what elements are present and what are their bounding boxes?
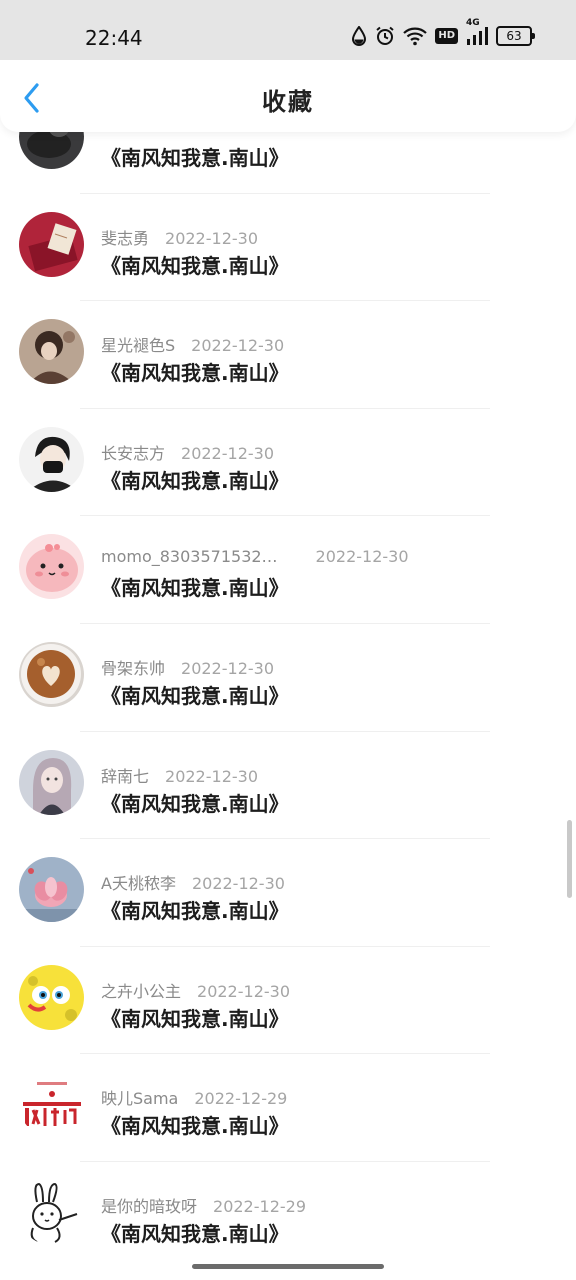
date: 2022-12-29	[194, 1089, 288, 1109]
list-item[interactable]: 星光褪色S 2022-12-30 《南风知我意.南山》	[0, 301, 576, 409]
avatar	[19, 964, 84, 1030]
avatar	[19, 749, 84, 815]
avatar	[19, 211, 84, 277]
work-title: 《南风知我意.南山》	[101, 791, 289, 816]
work-title: 《南风知我意.南山》	[101, 1221, 289, 1246]
date: 2022-12-29	[213, 1196, 306, 1216]
status-icons: HD 4G 63	[351, 18, 535, 48]
username: A夭桃秾李	[101, 874, 176, 894]
page-title: 收藏	[262, 88, 314, 116]
work-title: 《南风知我意.南山》	[101, 683, 289, 708]
meta-line: 星光褪色S 2022-12-30	[101, 332, 284, 356]
list-item[interactable]: 骨架东帅 2022-12-30 《南风知我意.南山》	[0, 624, 576, 732]
meta-line: 斐志勇 2022-12-30	[101, 225, 258, 249]
date: 2022-12-30	[165, 228, 258, 248]
date: 2022-12-30	[181, 658, 274, 678]
hd-label: HD	[435, 28, 458, 44]
date: 2022-12-30	[315, 547, 409, 567]
meta-line: 映儿Sama 2022-12-29	[101, 1085, 287, 1109]
avatar	[19, 1179, 84, 1245]
work-title: 《南风知我意.南山》	[101, 899, 289, 924]
meta-line: 骨架东帅 2022-12-30	[101, 655, 274, 679]
username: 骨架东帅	[101, 658, 166, 678]
work-title: 《南风知我意.南山》	[101, 253, 289, 278]
work-title: 《南风知我意.南山》	[101, 146, 289, 170]
list-item[interactable]: A夭桃秾李 2022-12-30 《南风知我意.南山》	[0, 839, 576, 947]
avatar	[19, 426, 84, 492]
work-title: 《南风知我意.南山》	[101, 1114, 289, 1139]
work-title: 《南风知我意.南山》	[101, 361, 289, 386]
list-item[interactable]: 辞南七 2022-12-30 《南风知我意.南山》	[0, 732, 576, 840]
meta-line: 辞南七 2022-12-30	[101, 763, 258, 787]
wifi-icon	[403, 24, 428, 48]
favorites-list: 《南风知我意.南山》 斐志勇 2022-12-30 《南风知我意.南山》 星光褪色…	[0, 86, 576, 1270]
avatar	[19, 534, 84, 600]
username: 辞南七	[101, 766, 150, 786]
username: 星光褪色S	[101, 336, 176, 356]
list-item[interactable]: 长安志方 2022-12-30 《南风知我意.南山》	[0, 409, 576, 517]
meta-line: momo_8303571532… 2022-12-30	[101, 547, 409, 566]
username: 长安志方	[101, 443, 166, 463]
signal-label: 4G	[466, 18, 480, 28]
hd-icon: HD	[435, 24, 458, 48]
username: 映儿Sama	[101, 1089, 179, 1109]
date: 2022-12-30	[165, 766, 258, 786]
avatar	[19, 641, 84, 707]
username: momo_8303571532…	[101, 547, 278, 567]
battery-icon: 63	[496, 24, 535, 48]
list-item[interactable]: 是你的暗玫呀 2022-12-29 《南风知我意.南山》	[0, 1162, 576, 1270]
date: 2022-12-30	[181, 443, 274, 463]
signal-icon: 4G	[466, 18, 488, 48]
username: 之卉小公主	[101, 981, 182, 1001]
alarm-icon	[375, 24, 395, 48]
work-title: 《南风知我意.南山》	[101, 576, 289, 601]
avatar	[19, 319, 84, 385]
date: 2022-12-30	[191, 874, 285, 894]
meta-line: A夭桃秾李 2022-12-30	[101, 870, 285, 894]
work-title: 《南风知我意.南山》	[101, 468, 289, 493]
header: 收藏	[0, 60, 576, 132]
meta-line: 是你的暗玫呀 2022-12-29	[101, 1193, 306, 1217]
work-title: 《南风知我意.南山》	[101, 1006, 289, 1031]
status-time: 22:44	[85, 26, 143, 50]
username: 斐志勇	[101, 228, 150, 248]
list-item[interactable]: 之卉小公主 2022-12-30 《南风知我意.南山》	[0, 947, 576, 1055]
avatar	[19, 857, 84, 923]
date: 2022-12-30	[197, 981, 290, 1001]
battery-level: 63	[496, 26, 535, 46]
home-indicator[interactable]	[192, 1264, 384, 1269]
list-item[interactable]: momo_8303571532… 2022-12-30 《南风知我意.南山》	[0, 516, 576, 624]
meta-line: 长安志方 2022-12-30	[101, 440, 274, 464]
avatar	[19, 1072, 84, 1138]
status-bar: 22:44 HD 4G 63	[0, 0, 576, 60]
meta-line: 之卉小公主 2022-12-30	[101, 978, 290, 1002]
list-item[interactable]: 斐志勇 2022-12-30 《南风知我意.南山》	[0, 194, 576, 302]
date: 2022-12-30	[191, 336, 285, 356]
scrollbar[interactable]	[567, 820, 572, 898]
drop-icon	[351, 24, 367, 48]
username: 是你的暗玫呀	[101, 1196, 198, 1216]
list-item[interactable]: 映儿Sama 2022-12-29 《南风知我意.南山》	[0, 1054, 576, 1162]
